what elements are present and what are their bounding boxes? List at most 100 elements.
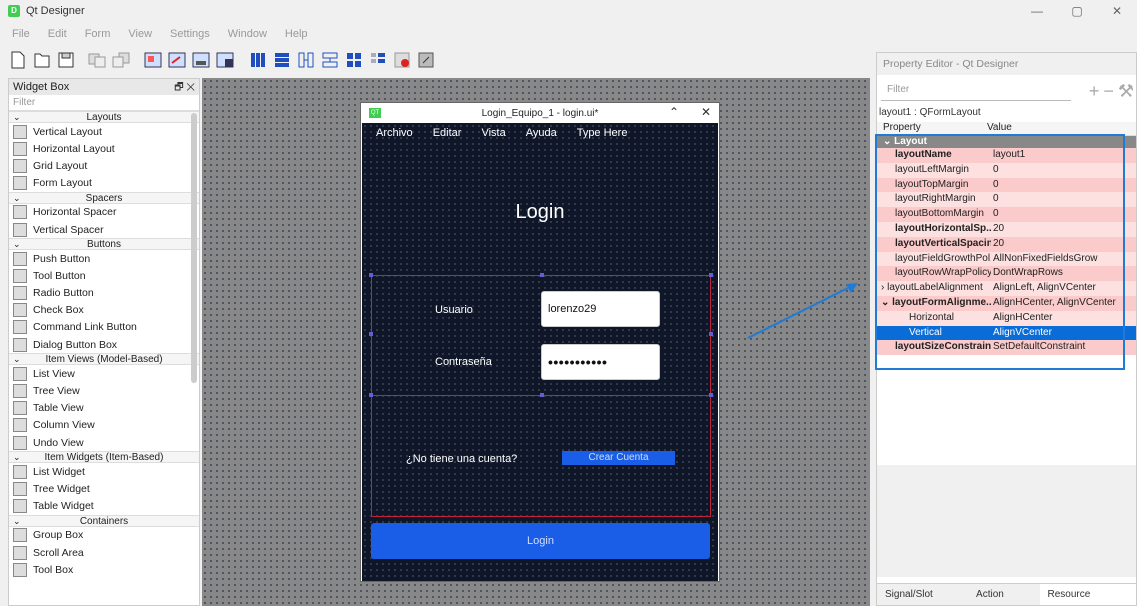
lay-out-vertical-splitter-icon[interactable] <box>320 50 340 70</box>
widget-item[interactable]: Dialog Button Box <box>9 336 199 353</box>
grid-layout-icon <box>13 158 27 173</box>
edit-widgets-icon[interactable] <box>144 50 164 70</box>
restore-button[interactable]: ▢ <box>1057 0 1097 22</box>
lay-out-form-icon[interactable] <box>368 50 388 70</box>
chevron-down-icon: ⌄ <box>13 354 21 365</box>
new-file-icon[interactable] <box>8 50 28 70</box>
form-menu-type-here[interactable]: Type Here <box>577 127 628 139</box>
widget-category[interactable]: ⌄ Spacers <box>9 191 199 204</box>
widget-item-label: Dialog Button Box <box>33 338 118 351</box>
widget-item[interactable]: Form Layout <box>9 175 199 192</box>
lay-out-horizontal-splitter-icon[interactable] <box>296 50 316 70</box>
widget-item[interactable]: Horizontal Spacer <box>9 204 199 221</box>
widget-item[interactable]: Grid Layout <box>9 157 199 174</box>
widget-item[interactable]: Radio Button <box>9 285 199 302</box>
widget-item[interactable]: List Widget <box>9 463 199 480</box>
widget-item-label: Undo View <box>33 436 84 449</box>
property-filter-input[interactable]: Filter <box>881 79 1071 101</box>
widget-box-list: ⌄ Layouts Vertical Layout Horizontal Layout… <box>9 111 199 578</box>
widget-item[interactable]: Push Button <box>9 250 199 267</box>
widget-category-label: Layouts <box>86 112 122 123</box>
table-view-icon <box>13 401 27 416</box>
table-widget-icon <box>13 499 27 514</box>
widget-item-label: Table View <box>33 402 84 415</box>
tab-signal-slot-editor[interactable]: Signal/Slot Editor <box>877 584 968 605</box>
adjust-size-icon[interactable] <box>416 50 436 70</box>
widget-item[interactable]: Horizontal Layout <box>9 140 199 157</box>
chevron-up-icon[interactable]: ⌃ <box>669 105 679 119</box>
widget-item-label: Radio Button <box>33 287 94 300</box>
widget-category-label: Buttons <box>87 239 121 251</box>
menu-settings[interactable]: Settings <box>170 28 210 40</box>
send-to-back-icon[interactable] <box>88 50 108 70</box>
login-button[interactable]: Login <box>371 523 710 559</box>
form-menu-archivo[interactable]: Archivo <box>376 127 413 139</box>
close-button[interactable]: ✕ <box>1097 0 1137 22</box>
widget-item[interactable]: Command Link Button <box>9 319 199 336</box>
widget-box-filter-input[interactable]: Filter <box>9 95 199 111</box>
menu-file[interactable]: File <box>12 28 30 40</box>
widget-item[interactable]: Check Box <box>9 302 199 319</box>
widget-item-label: List Widget <box>33 465 85 478</box>
widget-item[interactable]: Tree Widget <box>9 480 199 497</box>
widget-category[interactable]: ⌄ Buttons <box>9 238 199 251</box>
widget-box-scrollbar[interactable] <box>191 113 197 383</box>
tab-action-editor[interactable]: Action Editor <box>968 584 1039 605</box>
widget-item[interactable]: Scroll Area <box>9 544 199 561</box>
break-layout-icon[interactable] <box>392 50 412 70</box>
chevron-down-icon: ⌄ <box>13 112 21 122</box>
form-window-title: Login_Equipo_1 - login.ui* <box>481 107 599 119</box>
lay-out-horizontally-icon[interactable] <box>248 50 268 70</box>
widget-item[interactable]: Vertical Spacer <box>9 221 199 238</box>
menu-help[interactable]: Help <box>285 28 308 40</box>
widget-item[interactable]: Table View <box>9 400 199 417</box>
widget-item[interactable]: Undo View <box>9 434 199 451</box>
form-menu-bar: Archivo Editar Vista Ayuda Type Here <box>362 123 718 143</box>
minimize-button[interactable]: — <box>1017 0 1057 22</box>
save-file-icon[interactable] <box>56 50 76 70</box>
widget-item[interactable]: Table Widget <box>9 498 199 515</box>
vertical-layout-icon <box>13 124 27 139</box>
widget-category[interactable]: ⌄ Layouts <box>9 111 199 123</box>
toolbar <box>0 46 870 74</box>
menu-edit[interactable]: Edit <box>48 28 67 40</box>
user-input[interactable]: lorenzo29 <box>541 291 660 327</box>
form-close-icon[interactable]: ✕ <box>701 105 711 119</box>
widget-item[interactable]: Vertical Layout <box>9 123 199 140</box>
widget-category[interactable]: ⌄ Containers <box>9 514 199 527</box>
form-menu-vista[interactable]: Vista <box>481 127 505 139</box>
open-file-icon[interactable] <box>32 50 52 70</box>
bring-to-front-icon[interactable] <box>112 50 132 70</box>
widget-item[interactable]: Group Box <box>9 527 199 544</box>
widget-category-label: Containers <box>79 515 129 527</box>
form-body: Archivo Editar Vista Ayuda Type Here Login U… <box>362 123 718 581</box>
remove-property-icon[interactable]: − <box>1103 81 1114 102</box>
menu-window[interactable]: Window <box>228 28 267 40</box>
menu-bar: File Edit Form View Settings Window Help <box>0 24 314 44</box>
add-property-icon[interactable]: + <box>1089 81 1100 102</box>
widget-item[interactable]: List View <box>9 365 199 382</box>
lay-out-vertically-icon[interactable] <box>272 50 292 70</box>
create-account-button[interactable]: Crear Cuenta <box>562 451 675 465</box>
tab-resource-browser[interactable]: Resource Browser <box>1039 584 1136 605</box>
widget-item[interactable]: Tool Button <box>9 267 199 284</box>
widget-item[interactable]: Tree View <box>9 382 199 399</box>
wrench-icon[interactable]: ⚒ <box>1118 81 1134 102</box>
widget-category[interactable]: ⌄ Item Views (Model-Based) <box>9 353 199 366</box>
form-menu-editar[interactable]: Editar <box>433 127 462 139</box>
edit-signals-slots-icon[interactable] <box>168 50 188 70</box>
edit-tab-order-icon[interactable] <box>216 50 236 70</box>
lay-out-grid-icon[interactable] <box>344 50 364 70</box>
form-menu-ayuda[interactable]: Ayuda <box>526 127 557 139</box>
dock-controls[interactable]: 🗗 ✕ <box>174 80 195 97</box>
widget-item[interactable]: Column View <box>9 417 199 434</box>
password-input[interactable]: ••••••••••• <box>541 344 660 380</box>
widget-category-label: Item Views (Model-Based) <box>45 354 163 366</box>
menu-view[interactable]: View <box>128 28 152 40</box>
widget-category[interactable]: ⌄ Item Widgets (Item-Based) <box>9 451 199 464</box>
selected-object-label: layout1 : QFormLayout <box>879 107 981 118</box>
widget-item[interactable]: Tool Box <box>9 561 199 578</box>
edit-buddies-icon[interactable] <box>192 50 212 70</box>
menu-form[interactable]: Form <box>85 28 111 40</box>
widget-item-label: Scroll Area <box>33 546 84 559</box>
